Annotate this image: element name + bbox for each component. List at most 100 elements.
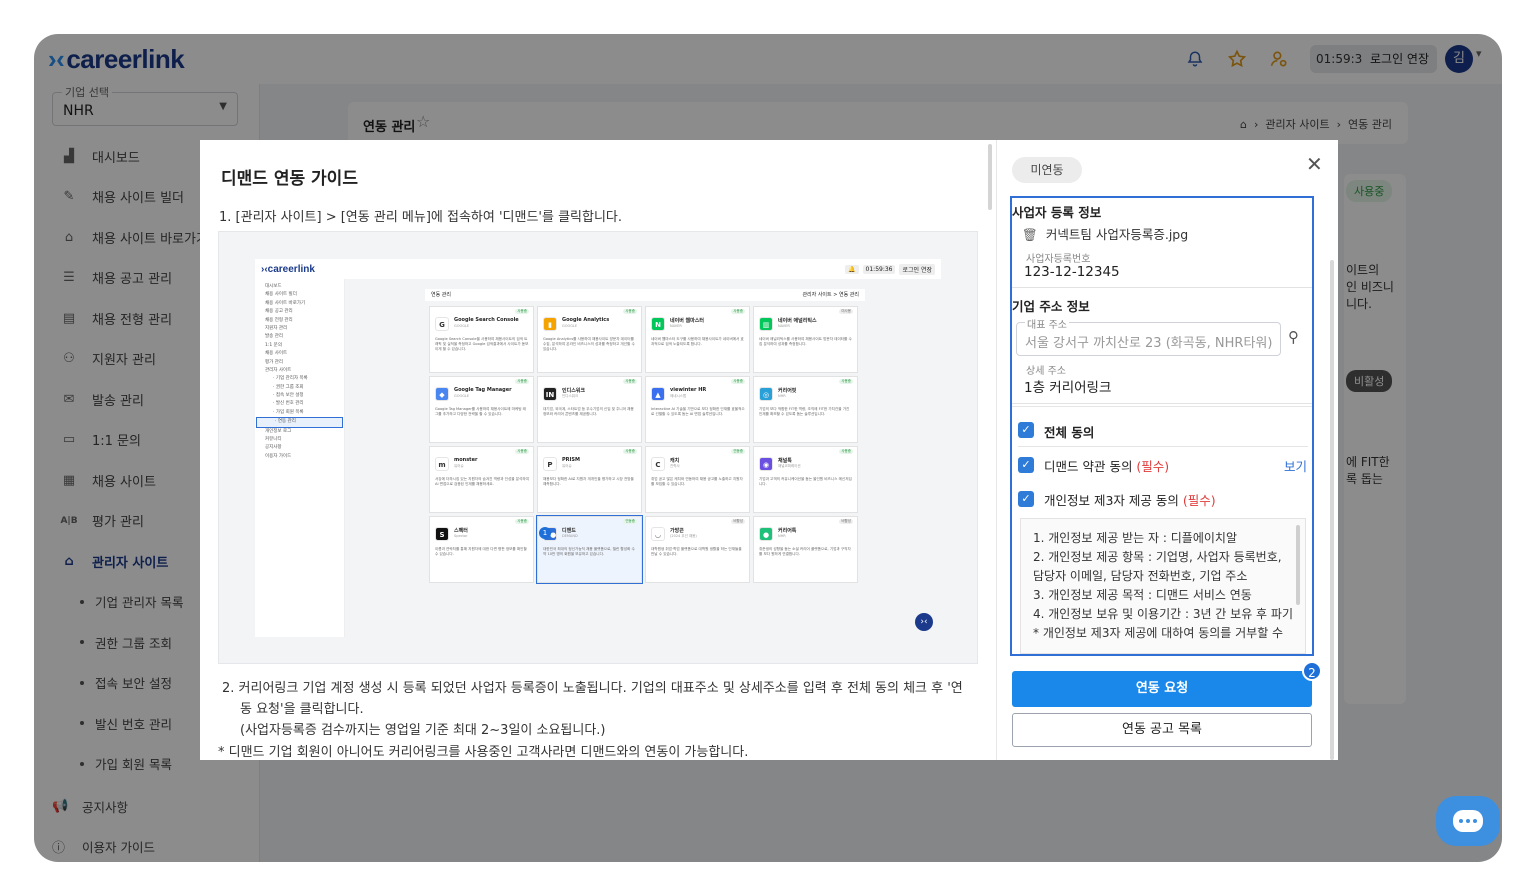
mini-card-sub: 채널코퍼레이션 [778, 464, 801, 468]
form-box: 사업자 등록 정보 🗑 커넥트팀 사업자등록증.jpg 사업자등록번호 123-12… [1010, 196, 1314, 656]
mini-integration-card: ▲ viewinter HR 제네시스랩 사용중 Interactive AI 기술을 … [645, 376, 750, 443]
chat-button[interactable] [1436, 796, 1500, 846]
mini-card-status: 비활성 [731, 519, 745, 524]
close-icon[interactable]: ✕ [1306, 152, 1323, 176]
integration-modal: 디맨드 연동 가이드 1. [관리자 사이트] > [연동 관리 메뉴]에 접속… [200, 140, 1338, 760]
mini-nav-subitem: · 권한 그룹 조회 [273, 384, 304, 390]
form-scrollbar[interactable] [1330, 260, 1334, 760]
mini-card-name: monster [454, 457, 478, 463]
field-value: 서울 강서구 까치산로 23 (화곡동, NHR타워) [1025, 336, 1273, 351]
mini-nav-item: 1:1 문의 [265, 342, 282, 348]
mini-card-logo-icon: S [435, 527, 449, 541]
mini-nav-item: 채용 공고 관리 [265, 309, 293, 315]
mini-card-logo-icon: ◆ [435, 387, 449, 401]
field-value: 1층 커리어링크 [1024, 380, 1112, 396]
field-label: 사업자등록번호 [1024, 250, 1093, 265]
mini-card-name: 디맨드 [562, 528, 576, 534]
mini-card-status: 사용중 [623, 449, 637, 454]
mini-integration-card: IN 인디스워크 인디스워크 사용중 대기업, 외국계, 스타트업 등 우수기업의 신입… [537, 376, 642, 443]
search-icon[interactable]: ⚲ [1288, 328, 1299, 346]
mini-card-logo-icon: m [435, 457, 449, 471]
mini-card-sub: 인디스워크 [562, 394, 579, 398]
view-terms-link[interactable]: 보기 [1284, 456, 1307, 475]
mini-card-logo-icon: IN [543, 387, 557, 401]
mini-card-logo-icon: P [543, 457, 557, 471]
divider [1012, 406, 1312, 407]
step-badge: 2 [1302, 661, 1322, 681]
mini-card-status: 사용중 [731, 309, 745, 314]
mini-sidebar: 대시보드 채용 사이트 빌더 채용 사이트 바로가기 채용 공고 관리 채용 전형 관리… [255, 279, 345, 637]
mini-card-name: Google Search Console [454, 317, 519, 323]
mini-nav-subitem: · 가입 회원 목록 [273, 409, 304, 415]
mini-nav-item: 채용 사이트 [265, 351, 288, 357]
mini-card-logo-icon: C [651, 457, 665, 471]
mini-card-status: 사용중 [515, 309, 529, 314]
mini-page-header: 연동 관리 관리자 사이트 > 연동 관리 [425, 289, 865, 301]
mini-card-desc: Google Search Console을 사용하여 채용사이트의 검색 트래… [435, 337, 529, 351]
mini-card-name: viewinter HR [670, 387, 707, 393]
mini-nav-subitem: · 기업 관리자 목록 [273, 376, 308, 382]
trash-icon[interactable]: 🗑 [1022, 227, 1038, 242]
guide-step-2-line: (사업자등록증 검수까지는 영업일 기준 최대 2~3일이 소요됩니다.) [240, 723, 606, 738]
guide-screenshot: ›‹careerlink 🔔 01:59:36 로그인 연장 대시보드 채용 사이… [218, 231, 978, 664]
field-value: 123-12-12345 [1024, 264, 1120, 280]
mini-page-title: 연동 관리 [431, 292, 451, 298]
mini-integration-card: ◡ 가방끈 (2024 우선 채용) 비활성 대학원생 취업·학업 플랫폼으로 대학원 … [645, 516, 750, 583]
guide-scrollbar[interactable] [988, 144, 992, 210]
mini-nav-item: 채용 전형 관리 [265, 317, 293, 323]
mini-integration-card: P PRISM 유어슈 사용중 채용보다 정확한 AI로 지원자 개개인을 평가하고 시… [537, 446, 642, 513]
integration-posts-button[interactable]: 연동 공고 목록 [1012, 713, 1312, 747]
mini-card-desc: Google Tag Manager를 사용하여 채용사이트에 마케팅 태그를 … [435, 407, 526, 416]
mini-integration-card: S 스펙터 Spector 사용중 이름과 연락처를 통해 지원자에 대한 다면 평판 … [429, 516, 534, 583]
mini-card-sub: NHR [778, 394, 786, 398]
mini-card-desc: 네이버 웹마스터 도구를 사용하여 채용사이트가 네이버에서 효과적으로 검색 … [651, 337, 744, 346]
mini-nav-item: 공지사항 [265, 445, 282, 451]
mini-card-sub: 제네시스랩 [670, 394, 687, 398]
mini-card-desc: 대학원생 취업·학업 플랫폼으로 대학원 생활을 하는 인재들을 만날 수 있습… [651, 547, 742, 556]
mini-card-sub: GOOGLE [454, 394, 470, 398]
detail-address-input[interactable]: 상세 주소 1층 커리어링크 [1012, 362, 1312, 404]
mini-card-logo-icon: ◎ [759, 387, 773, 401]
mini-nav-subitem: · 연동 관리 [256, 417, 343, 428]
mini-card-name: PRISM [562, 457, 580, 463]
mini-integration-card: ▮ Google Analytics GOOGLE 사용중 Google Analyti… [537, 306, 642, 373]
biz-file-name[interactable]: 커넥트팀 사업자등록증.jpg [1046, 227, 1188, 242]
mini-card-desc: 취준생의 성향을 돕는 소셜 커리어 플랫폼으로, 기업과 구직자를 보다 원하… [759, 547, 851, 556]
mini-card-sub: GOOGLE [454, 324, 470, 328]
mini-card-sub: GOOGLE [562, 324, 578, 328]
terms-line: 2. 개인정보 제공 항목 : 기업명, 사업자 등록번호, 담당자 이메일, … [1033, 550, 1282, 583]
mini-integration-card: N 네이버 웹마스터 NAVER 사용중 네이버 웹마스터 도구를 사용하여 채용사이트… [645, 306, 750, 373]
mini-app: ›‹careerlink 🔔 01:59:36 로그인 연장 대시보드 채용 사이… [255, 259, 941, 637]
mini-fab-icon: ›‹ [915, 613, 933, 631]
mini-card-logo-icon: ▲ [651, 387, 665, 401]
main-address-input[interactable]: 대표 주소 서울 강서구 까치산로 23 (화곡동, NHR타워) [1016, 316, 1281, 356]
mini-card-name: 커리어톡 [778, 528, 797, 534]
agree-privacy-checkbox[interactable]: ✓ [1018, 491, 1034, 507]
mini-nav-item: 개인정보 로그 [265, 428, 292, 434]
mini-card-status: 사용중 [515, 449, 529, 454]
agree-all-checkbox[interactable]: ✓ [1018, 422, 1034, 438]
agree-terms-checkbox[interactable]: ✓ [1018, 457, 1034, 473]
biz-number-field: 사업자등록번호 123-12-12345 [1012, 250, 1312, 288]
biz-file: 🗑 커넥트팀 사업자등록증.jpg [1022, 224, 1188, 243]
step-badge: 1 [539, 527, 551, 539]
mini-card-logo-icon: ◉ [759, 457, 773, 471]
field-label: 상세 주소 [1024, 362, 1068, 377]
mini-nav-item: 관리자 사이트 [265, 367, 292, 373]
mini-card-grid: G Google Search Console GOOGLE 사용중 Google Se… [429, 306, 861, 584]
mini-logo: ›‹careerlink [261, 264, 315, 275]
mini-main: 연동 관리 관리자 사이트 > 연동 관리 G Google Search Cons… [345, 279, 941, 637]
guide-step-2: 2. 커리어링크 기업 계정 생성 시 등록 되었던 사업자 등록증이 노출됩니… [222, 678, 982, 741]
request-integration-button[interactable]: 연동 요청 [1012, 671, 1312, 707]
privacy-terms-box[interactable]: 1. 개인정보 제공 받는 자 : 디플에이치알 2. 개인정보 제공 항목 :… [1020, 518, 1306, 654]
mini-card-name: 인디스워크 [562, 388, 586, 394]
mini-card-sub: 유어슈 [562, 464, 572, 468]
chat-bubble-icon [1453, 810, 1483, 832]
guide-panel: 디맨드 연동 가이드 1. [관리자 사이트] > [연동 관리 메뉴]에 접속… [200, 140, 996, 760]
mini-card-status: 미사용 [839, 309, 853, 314]
mini-card-sub: 유어슈 [454, 464, 464, 468]
terms-scrollbar[interactable] [1296, 525, 1300, 605]
mini-card-status: 사용중 [515, 519, 529, 524]
mini-card-sub: (2024 우선 채용) [670, 534, 697, 538]
mini-nav-item: 채용 사이트 빌더 [265, 292, 297, 298]
